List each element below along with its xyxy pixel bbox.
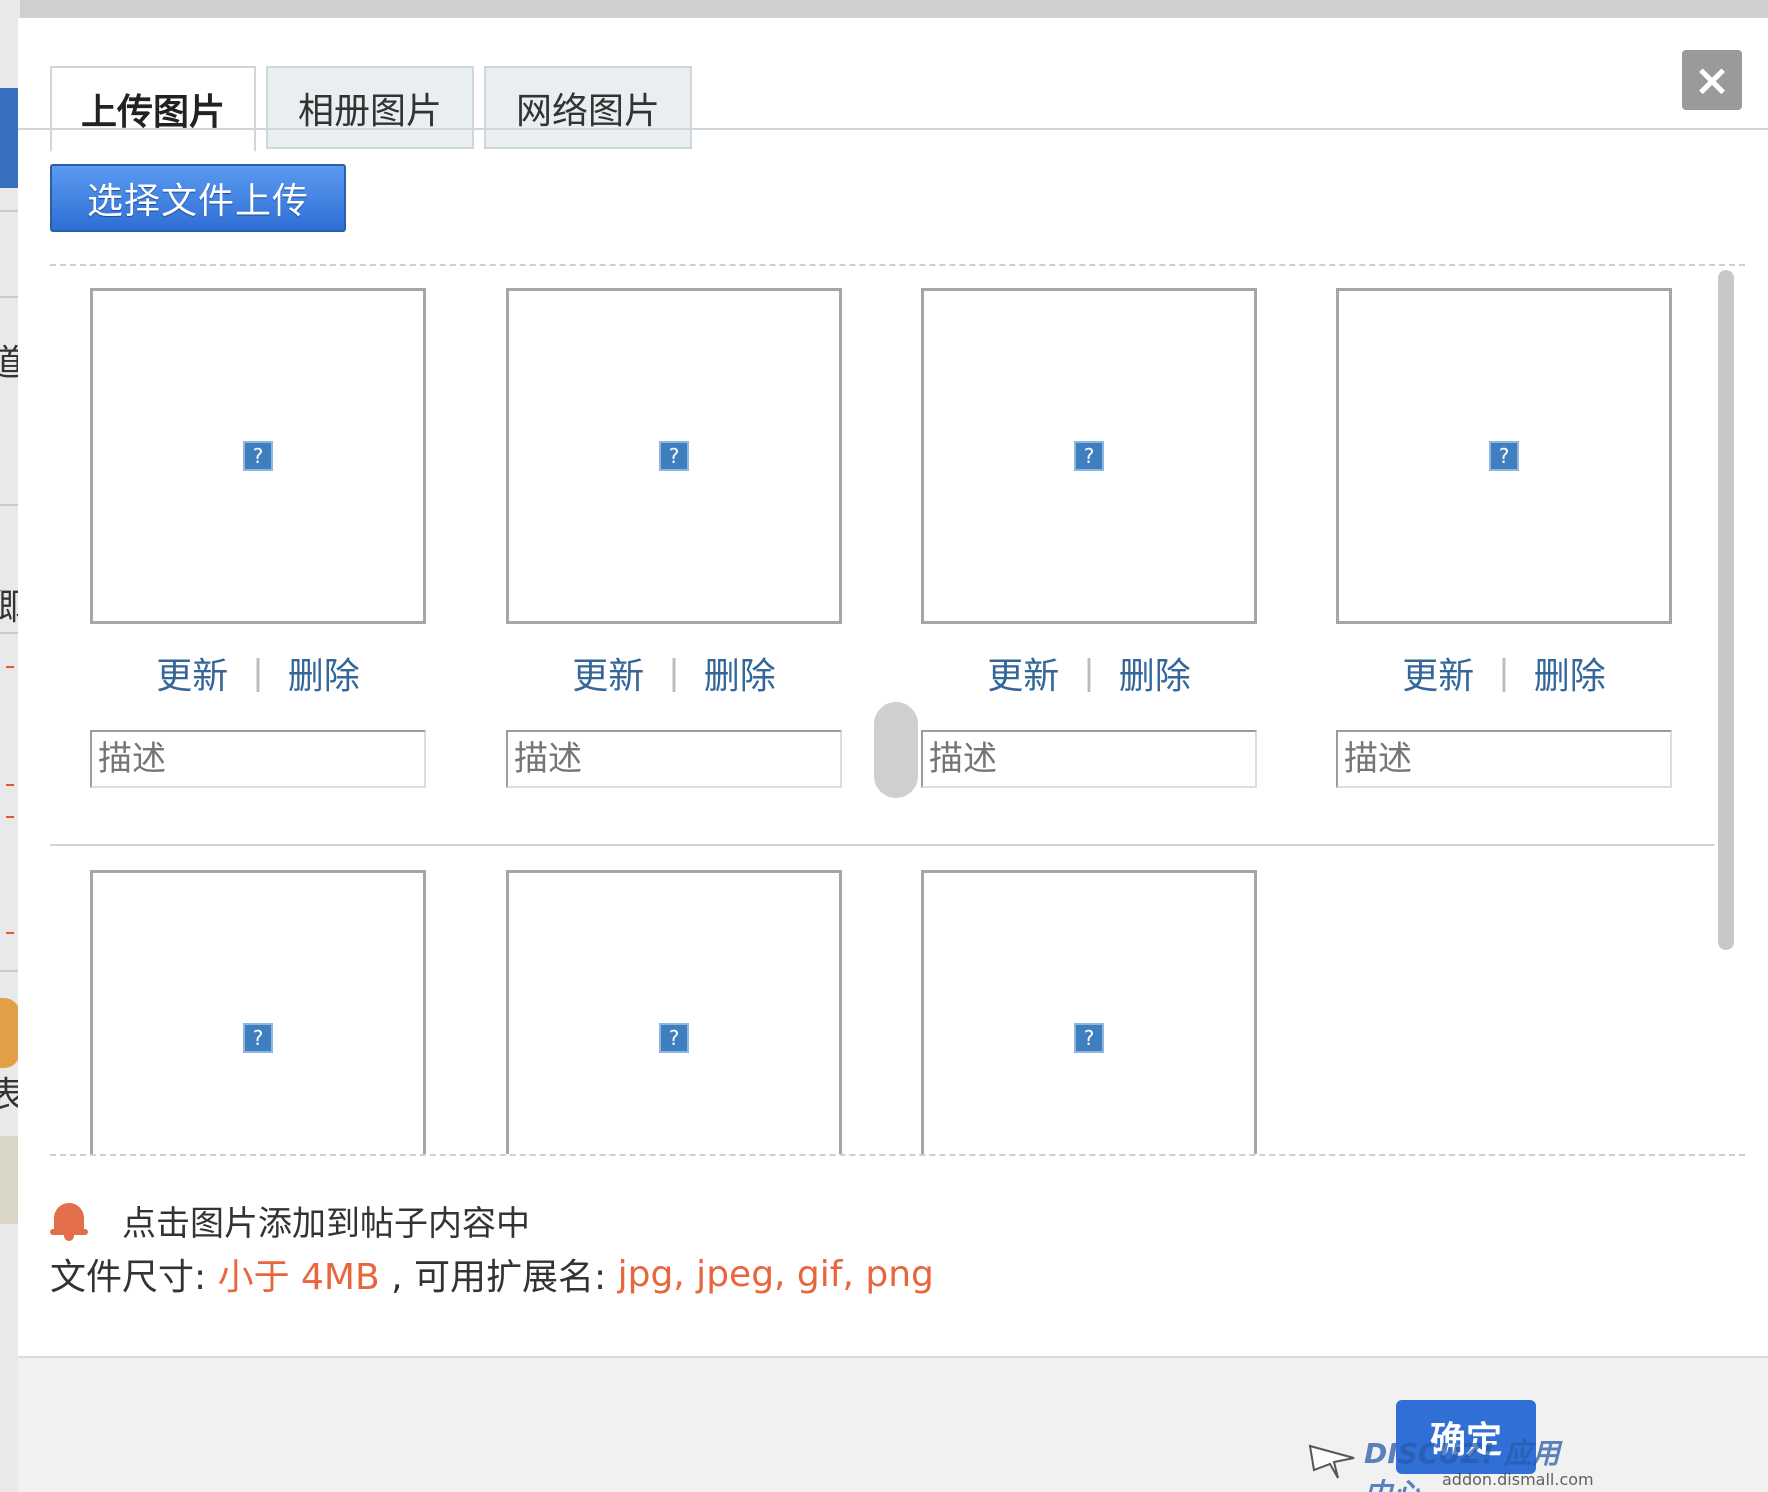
- tab-album-image[interactable]: 相册图片: [266, 66, 474, 149]
- close-button[interactable]: ×: [1682, 50, 1742, 110]
- ext-label: , 可用扩展名:: [379, 1257, 618, 1298]
- separator: |: [252, 653, 264, 693]
- image-thumbnail[interactable]: ?: [921, 870, 1257, 1154]
- update-link[interactable]: 更新: [572, 647, 644, 699]
- broken-image-icon: ?: [659, 1023, 689, 1053]
- tip-line: 点击图片添加到帖子内容中: [50, 1194, 530, 1246]
- cursor-arrow-icon: [1308, 1444, 1355, 1479]
- separator: |: [668, 653, 680, 693]
- dialog-footer: 确定 DISCUZ! 应用中心 addon.dismall.com: [18, 1356, 1768, 1492]
- image-thumbnail[interactable]: ?: [921, 288, 1257, 624]
- broken-image-icon: ?: [1074, 441, 1104, 471]
- ext-value: jpg, jpeg, gif, png: [617, 1253, 934, 1295]
- image-actions: 更新 | 删除: [921, 648, 1257, 698]
- update-link[interactable]: 更新: [987, 647, 1059, 699]
- delete-link[interactable]: 删除: [288, 647, 360, 699]
- tip-text: 点击图片添加到帖子内容中: [122, 1203, 530, 1244]
- description-input[interactable]: [921, 730, 1257, 788]
- delete-link[interactable]: 删除: [1119, 647, 1191, 699]
- delete-link[interactable]: 删除: [1534, 647, 1606, 699]
- tab-web-image[interactable]: 网络图片: [484, 66, 692, 149]
- upload-rules: 文件尺寸: 小于 4MB , 可用扩展名: jpg, jpeg, gif, pn…: [50, 1248, 934, 1300]
- description-input[interactable]: [506, 730, 842, 788]
- description-input[interactable]: [90, 730, 426, 788]
- separator: |: [1498, 653, 1510, 693]
- watermark-url: addon.dismall.com: [1442, 1470, 1594, 1489]
- delete-link[interactable]: 删除: [704, 647, 776, 699]
- image-thumbnail[interactable]: ?: [90, 288, 426, 624]
- drag-handle[interactable]: [872, 700, 920, 800]
- broken-image-icon: ?: [1489, 441, 1519, 471]
- size-value: 小于 4MB: [217, 1257, 380, 1298]
- update-link[interactable]: 更新: [1402, 647, 1474, 699]
- image-upload-dialog: 上传图片 相册图片 网络图片 × 选择文件上传 ? 更新 | 删除 描述 ? 更…: [18, 18, 1768, 1492]
- bell-icon: [50, 1199, 88, 1241]
- broken-image-icon: ?: [243, 1023, 273, 1053]
- tab-divider: [18, 128, 1768, 130]
- background-page: 道 卿 表: [0, 0, 20, 1492]
- update-link[interactable]: 更新: [156, 647, 228, 699]
- broken-image-icon: ?: [659, 441, 689, 471]
- vertical-scrollbar[interactable]: [1718, 270, 1734, 950]
- image-actions: 更新 | 删除: [1336, 648, 1672, 698]
- select-file-upload-button[interactable]: 选择文件上传: [50, 164, 346, 232]
- broken-image-icon: ?: [1074, 1023, 1104, 1053]
- gallery-row: ? ? ?: [50, 848, 1715, 1154]
- close-icon: ×: [1693, 54, 1731, 106]
- image-thumbnail[interactable]: ?: [1336, 288, 1672, 624]
- image-actions: 更新 | 删除: [90, 648, 426, 698]
- image-thumbnail[interactable]: ?: [90, 870, 426, 1154]
- description-input[interactable]: [1336, 730, 1672, 788]
- separator: |: [1083, 653, 1095, 693]
- watermark-logo: DISCUZ! 应用中心 addon.dismall.com: [1308, 1432, 1594, 1492]
- broken-image-icon: ?: [243, 441, 273, 471]
- size-label: 文件尺寸:: [50, 1257, 218, 1298]
- image-actions: 更新 | 删除: [506, 648, 842, 698]
- tab-upload-image[interactable]: 上传图片: [50, 66, 256, 152]
- image-thumbnail[interactable]: ?: [506, 288, 842, 624]
- image-thumbnail[interactable]: ?: [506, 870, 842, 1154]
